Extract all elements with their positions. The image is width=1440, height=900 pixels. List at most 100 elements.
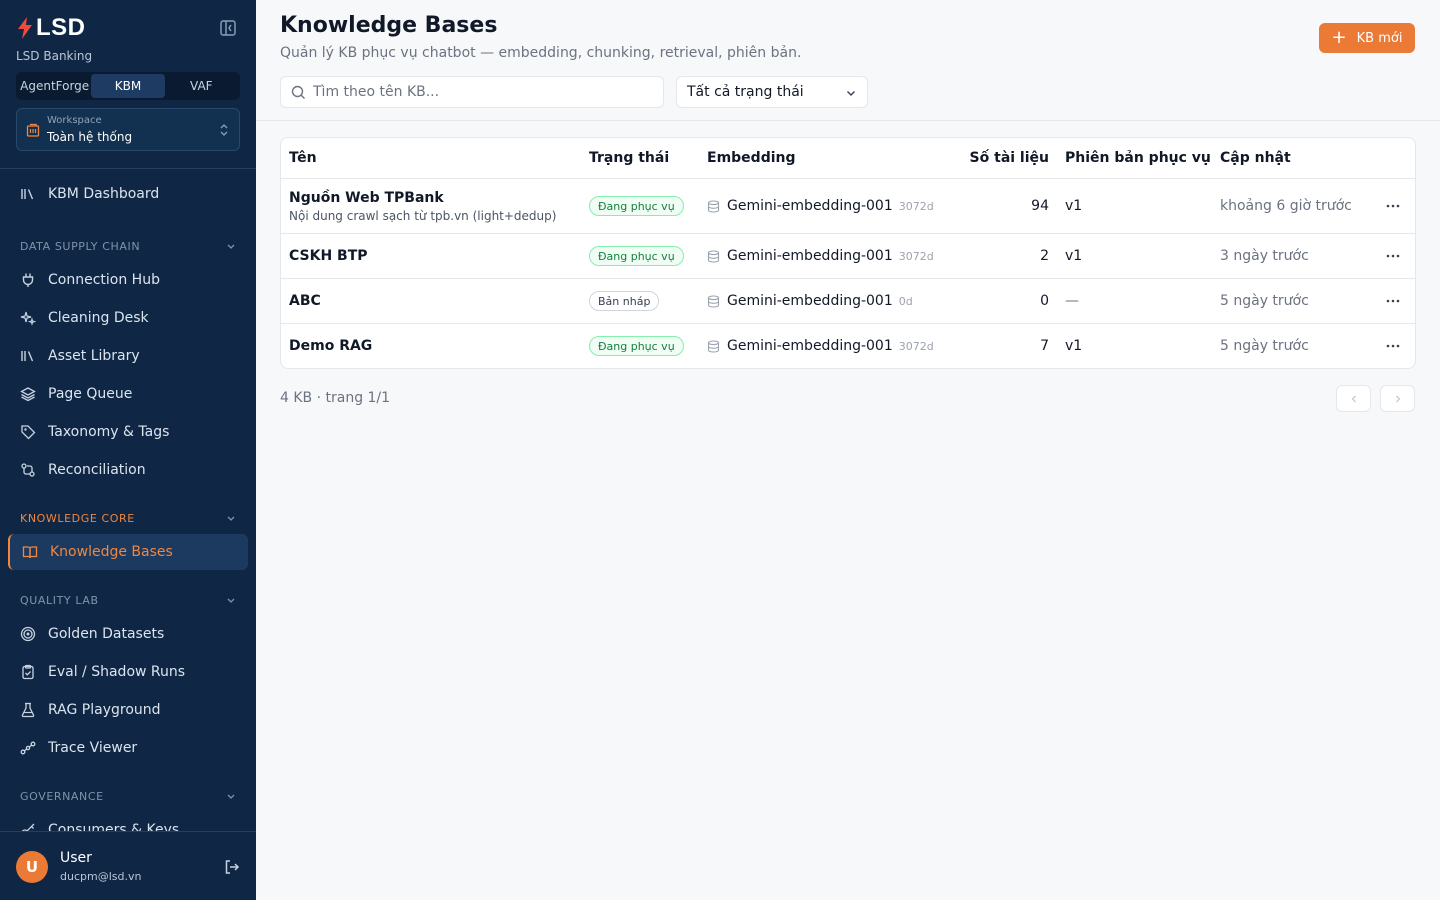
sidebar-item-knowledge-bases[interactable]: Knowledge Bases xyxy=(8,534,248,570)
plus-icon: + xyxy=(1331,27,1347,48)
sidebar-item-label: Eval / Shadow Runs xyxy=(48,664,186,680)
updated-time: 3 ngày trước xyxy=(1220,248,1309,264)
sidebar-item-label: Reconciliation xyxy=(48,462,146,478)
more-horizontal-icon[interactable] xyxy=(1385,293,1401,309)
sidebar-item-rag-playground[interactable]: RAG Playground xyxy=(8,692,248,728)
status-badge: Bản nháp xyxy=(589,291,660,311)
section-quality-lab[interactable]: QUALITY LAB xyxy=(20,592,236,608)
more-horizontal-icon[interactable] xyxy=(1385,248,1401,264)
product-switcher: AgentForge KBM VAF xyxy=(16,72,240,100)
avatar[interactable]: U xyxy=(16,851,48,883)
main-content: Knowledge Bases Quản lý KB phục vụ chatb… xyxy=(256,0,1440,900)
section-governance[interactable]: GOVERNANCE xyxy=(20,788,236,804)
sidebar-item-page-queue[interactable]: Page Queue xyxy=(8,376,248,412)
section-label: DATA SUPPLY CHAIN xyxy=(20,239,141,253)
kb-name[interactable]: Demo RAG xyxy=(289,338,372,354)
more-horizontal-icon[interactable] xyxy=(1385,198,1401,214)
sidebar-item-eval-shadow-runs[interactable]: Eval / Shadow Runs xyxy=(8,654,248,690)
database-icon xyxy=(707,249,720,263)
library-icon xyxy=(21,351,34,362)
serving-version: v1 xyxy=(1065,248,1083,264)
git-compare-icon xyxy=(21,463,35,477)
workspace-selector[interactable]: Workspace Toàn hệ thống xyxy=(16,108,240,151)
search-input[interactable] xyxy=(313,77,653,107)
sidebar-item-asset-library[interactable]: Asset Library xyxy=(8,338,248,374)
table-row[interactable]: Demo RAG Đang phục vụ Gemini-embedding-0… xyxy=(281,323,1415,368)
tab-agentforge[interactable]: AgentForge xyxy=(18,74,91,98)
page-subtitle: Quản lý KB phục vụ chatbot — embedding, … xyxy=(280,45,802,61)
doc-count: 0 xyxy=(1040,293,1049,309)
kb-name[interactable]: ABC xyxy=(289,293,321,309)
doc-count: 94 xyxy=(1031,198,1049,214)
status-badge: Đang phục vụ xyxy=(589,336,684,356)
table-row[interactable]: ABC Bản nháp Gemini-embedding-001 0d 0 —… xyxy=(281,278,1415,323)
sidebar-item-label: RAG Playground xyxy=(48,702,161,718)
sidebar-collapse-icon[interactable] xyxy=(219,19,237,37)
more-horizontal-icon[interactable] xyxy=(1385,338,1401,354)
embedding-dimension: 0d xyxy=(898,294,913,308)
kb-name[interactable]: CSKH BTP xyxy=(289,248,368,264)
user-panel: U User ducpm@lsd.vn xyxy=(0,831,256,900)
search-icon xyxy=(291,85,305,99)
section-knowledge-core[interactable]: KNOWLEDGE CORE xyxy=(20,510,236,526)
database-icon xyxy=(707,294,720,308)
next-page-button[interactable] xyxy=(1380,385,1415,412)
target-icon xyxy=(20,626,36,642)
column-header-updated[interactable]: Cập nhật xyxy=(1220,138,1291,178)
brand-name: LSD xyxy=(36,14,86,41)
org-name: LSD Banking xyxy=(16,49,93,63)
embedding-model: Gemini-embedding-001 xyxy=(727,198,893,214)
logout-icon[interactable] xyxy=(223,858,241,876)
status-badge: Đang phục vụ xyxy=(589,196,684,216)
section-label: KNOWLEDGE CORE xyxy=(20,511,135,525)
section-label: QUALITY LAB xyxy=(20,593,99,607)
building-icon xyxy=(26,123,40,137)
status-filter-select[interactable]: Tất cả trạng thái xyxy=(676,76,868,108)
new-kb-button[interactable]: + KB mới xyxy=(1319,23,1415,53)
doc-count: 7 xyxy=(1040,338,1049,354)
sidebar-item-label: Golden Datasets xyxy=(48,626,165,642)
workflow-icon xyxy=(20,741,36,755)
kb-table: Tên Trạng thái Embedding Số tài liệu Phi… xyxy=(280,137,1416,369)
header-divider xyxy=(256,120,1440,121)
status-badge: Đang phục vụ xyxy=(589,246,684,266)
sidebar-item-trace-viewer[interactable]: Trace Viewer xyxy=(8,730,248,766)
doc-count: 2 xyxy=(1040,248,1049,264)
sidebar-item-label: KBM Dashboard xyxy=(48,186,160,202)
sidebar-item-reconciliation[interactable]: Reconciliation xyxy=(8,452,248,488)
table-row[interactable]: Nguồn Web TPBank Nội dung crawl sạch từ … xyxy=(281,178,1415,233)
chevron-right-icon xyxy=(1395,395,1400,402)
column-header-version[interactable]: Phiên bản phục vụ xyxy=(1065,138,1211,178)
user-email: ducpm@lsd.vn xyxy=(60,870,142,883)
kb-description: Nội dung crawl sạch từ tpb.vn (light+ded… xyxy=(289,208,557,223)
table-row[interactable]: CSKH BTP Đang phục vụ Gemini-embedding-0… xyxy=(281,233,1415,278)
status-filter-value: Tất cả trạng thái xyxy=(687,84,804,100)
sidebar-item-label: Asset Library xyxy=(48,348,140,364)
column-header-status[interactable]: Trạng thái xyxy=(589,138,669,178)
previous-page-button[interactable] xyxy=(1336,385,1371,412)
section-data-supply-chain[interactable]: DATA SUPPLY CHAIN xyxy=(20,238,236,254)
column-header-docs[interactable]: Số tài liệu xyxy=(941,138,1049,178)
chevron-down-icon xyxy=(227,244,235,249)
sidebar-item-taxonomy[interactable]: Taxonomy & Tags xyxy=(8,414,248,450)
updated-time: khoảng 6 giờ trước xyxy=(1220,198,1352,214)
sidebar-item-kbm-dashboard[interactable]: KBM Dashboard xyxy=(8,176,248,212)
chevron-left-icon xyxy=(1351,395,1356,402)
clipboard-check-icon xyxy=(22,664,34,680)
kb-name[interactable]: Nguồn Web TPBank xyxy=(289,190,444,206)
tab-vaf[interactable]: VAF xyxy=(165,74,238,98)
sidebar-item-connection-hub[interactable]: Connection Hub xyxy=(8,262,248,298)
workspace-label: Workspace xyxy=(47,115,102,126)
embedding-dimension: 3072d xyxy=(898,339,934,353)
brand-logo[interactable]: LSD xyxy=(16,14,86,42)
tab-kbm[interactable]: KBM xyxy=(91,74,165,98)
column-header-embedding[interactable]: Embedding xyxy=(707,138,796,178)
sidebar-item-cleaning-desk[interactable]: Cleaning Desk xyxy=(8,300,248,336)
sidebar-item-golden-datasets[interactable]: Golden Datasets xyxy=(8,616,248,652)
search-box xyxy=(280,76,664,108)
sidebar-divider xyxy=(0,168,256,169)
column-header-name[interactable]: Tên xyxy=(289,138,317,178)
chevron-down-icon xyxy=(227,516,235,521)
chevron-up-down-icon xyxy=(220,124,228,136)
sidebar-item-label: Knowledge Bases xyxy=(50,544,173,560)
